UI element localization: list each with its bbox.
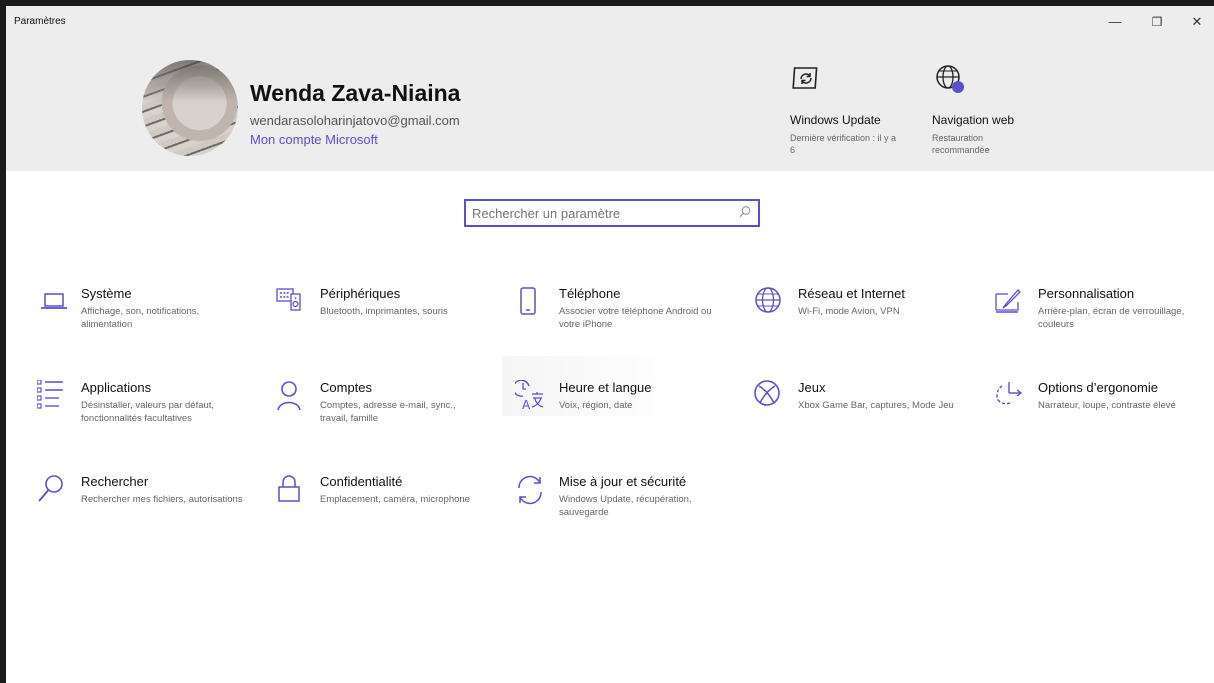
time-language-icon: A bbox=[512, 379, 547, 412]
search-icon bbox=[37, 474, 69, 506]
tile-comptes[interactable]: Comptes Comptes, adresse e-mail, sync., … bbox=[276, 380, 496, 440]
title-bar[interactable]: Paramètres — ❐ ✕ bbox=[6, 6, 1214, 38]
microsoft-account-link[interactable]: Mon compte Microsoft bbox=[250, 132, 378, 147]
lock-icon bbox=[276, 474, 308, 506]
tile-description: Arrière-plan, écran de verrouillage, cou… bbox=[1038, 306, 1185, 330]
minimize-button[interactable]: — bbox=[1100, 14, 1130, 30]
keyboard-icon bbox=[276, 286, 308, 318]
svg-text:A: A bbox=[522, 398, 531, 412]
tile-peripheriques[interactable]: Périphériques Bluetooth, imprimantes, so… bbox=[276, 286, 496, 346]
tile-reseau-internet[interactable]: Réseau et Internet Wi-Fi, mode Avion, VP… bbox=[754, 286, 974, 346]
tile-description: Comptes, adresse e-mail, sync., travail,… bbox=[320, 400, 456, 424]
search-input[interactable] bbox=[472, 203, 732, 223]
quick-link-subtitle: Restauration recommandée bbox=[932, 133, 990, 155]
xbox-icon bbox=[754, 380, 786, 412]
tile-title: Heure et langue bbox=[559, 380, 652, 395]
tile-mise-a-jour-securite[interactable]: Mise à jour et sécurité Windows Update, … bbox=[515, 474, 735, 534]
tile-title: Périphériques bbox=[320, 286, 401, 301]
search-icon[interactable] bbox=[738, 205, 752, 224]
web-globe-icon bbox=[932, 62, 1062, 98]
tile-title: Comptes bbox=[320, 380, 373, 395]
tile-description: Affichage, son, notifications, alimentat… bbox=[81, 306, 200, 330]
tile-title: Rechercher bbox=[81, 474, 149, 489]
tile-description: Windows Update, récupération, sauvegarde bbox=[559, 494, 692, 518]
tile-title: Réseau et Internet bbox=[798, 286, 905, 301]
tile-title: Personnalisation bbox=[1038, 286, 1135, 301]
tile-description: Emplacement, caméra, microphone bbox=[320, 494, 470, 505]
user-email: wendarasoloharinjatovo@gmail.com bbox=[250, 113, 460, 128]
tile-description: Rechercher mes fichiers, autorisations bbox=[81, 494, 243, 505]
windows-update-icon bbox=[790, 62, 920, 96]
tile-applications[interactable]: Applications Désinstaller, valeurs par d… bbox=[36, 379, 257, 440]
tile-title: Système bbox=[81, 286, 132, 301]
tile-title: Confidentialité bbox=[320, 474, 403, 489]
tile-telephone[interactable]: Téléphone Associer votre téléphone Andro… bbox=[515, 286, 735, 346]
settings-search-box[interactable] bbox=[464, 199, 760, 227]
apps-list-icon bbox=[36, 379, 69, 412]
tile-personnalisation[interactable]: Personnalisation Arrière-plan, écran de … bbox=[994, 286, 1214, 346]
tile-description: Désinstaller, valeurs par défaut, foncti… bbox=[81, 400, 215, 424]
quick-link-title: Navigation web bbox=[932, 113, 1015, 127]
accessibility-icon bbox=[994, 380, 1026, 412]
tile-description: Associer votre téléphone Android ou votr… bbox=[559, 306, 712, 330]
phone-icon bbox=[515, 286, 547, 318]
close-button[interactable]: ✕ bbox=[1182, 14, 1212, 30]
laptop-icon bbox=[37, 286, 69, 318]
avatar bbox=[142, 60, 238, 156]
tile-description: Bluetooth, imprimantes, souris bbox=[320, 306, 448, 317]
tile-title: Téléphone bbox=[559, 286, 621, 301]
quick-link-windows-update[interactable]: Windows Update Dernière vérification : i… bbox=[790, 62, 920, 155]
tile-systeme[interactable]: Système Affichage, son, notifications, a… bbox=[37, 286, 257, 346]
restore-button[interactable]: ❐ bbox=[1142, 14, 1172, 30]
tile-title: Mise à jour et sécurité bbox=[559, 474, 687, 489]
tile-rechercher[interactable]: Rechercher Rechercher mes fichiers, auto… bbox=[37, 474, 257, 534]
person-icon bbox=[276, 380, 308, 412]
tile-title: Jeux bbox=[798, 380, 826, 395]
tile-title: Applications bbox=[81, 380, 152, 395]
paintbrush-icon bbox=[994, 286, 1026, 318]
tile-description: Voix, région, date bbox=[559, 400, 633, 411]
sync-icon bbox=[515, 474, 547, 506]
tile-options-ergonomie[interactable]: Options d’ergonomie Narrateur, loupe, co… bbox=[994, 380, 1214, 440]
tile-description: Narrateur, loupe, contraste élevé bbox=[1038, 400, 1176, 411]
globe-icon bbox=[754, 286, 786, 318]
quick-link-subtitle: Dernière vérification : il y a 6 bbox=[790, 133, 897, 155]
settings-window: Paramètres — ❐ ✕ Wenda Zava-Niaina wenda… bbox=[6, 6, 1214, 683]
tile-description: Wi-Fi, mode Avion, VPN bbox=[798, 306, 900, 317]
quick-link-title: Windows Update bbox=[790, 113, 881, 127]
user-name: Wenda Zava-Niaina bbox=[250, 80, 461, 106]
tile-title: Options d’ergonomie bbox=[1038, 380, 1158, 395]
quick-link-web-browsing[interactable]: Navigation web Restauration recommandée bbox=[932, 62, 1062, 155]
tile-heure-langue[interactable]: A Heure et langue Voix, région, date bbox=[512, 379, 735, 440]
tile-jeux[interactable]: Jeux Xbox Game Bar, captures, Mode Jeu bbox=[754, 380, 974, 440]
tile-confidentialite[interactable]: Confidentialité Emplacement, caméra, mic… bbox=[276, 474, 496, 534]
account-header: Wenda Zava-Niaina wendarasoloharinjatovo… bbox=[6, 38, 1214, 171]
window-title: Paramètres bbox=[14, 16, 66, 27]
tile-description: Xbox Game Bar, captures, Mode Jeu bbox=[798, 400, 954, 411]
